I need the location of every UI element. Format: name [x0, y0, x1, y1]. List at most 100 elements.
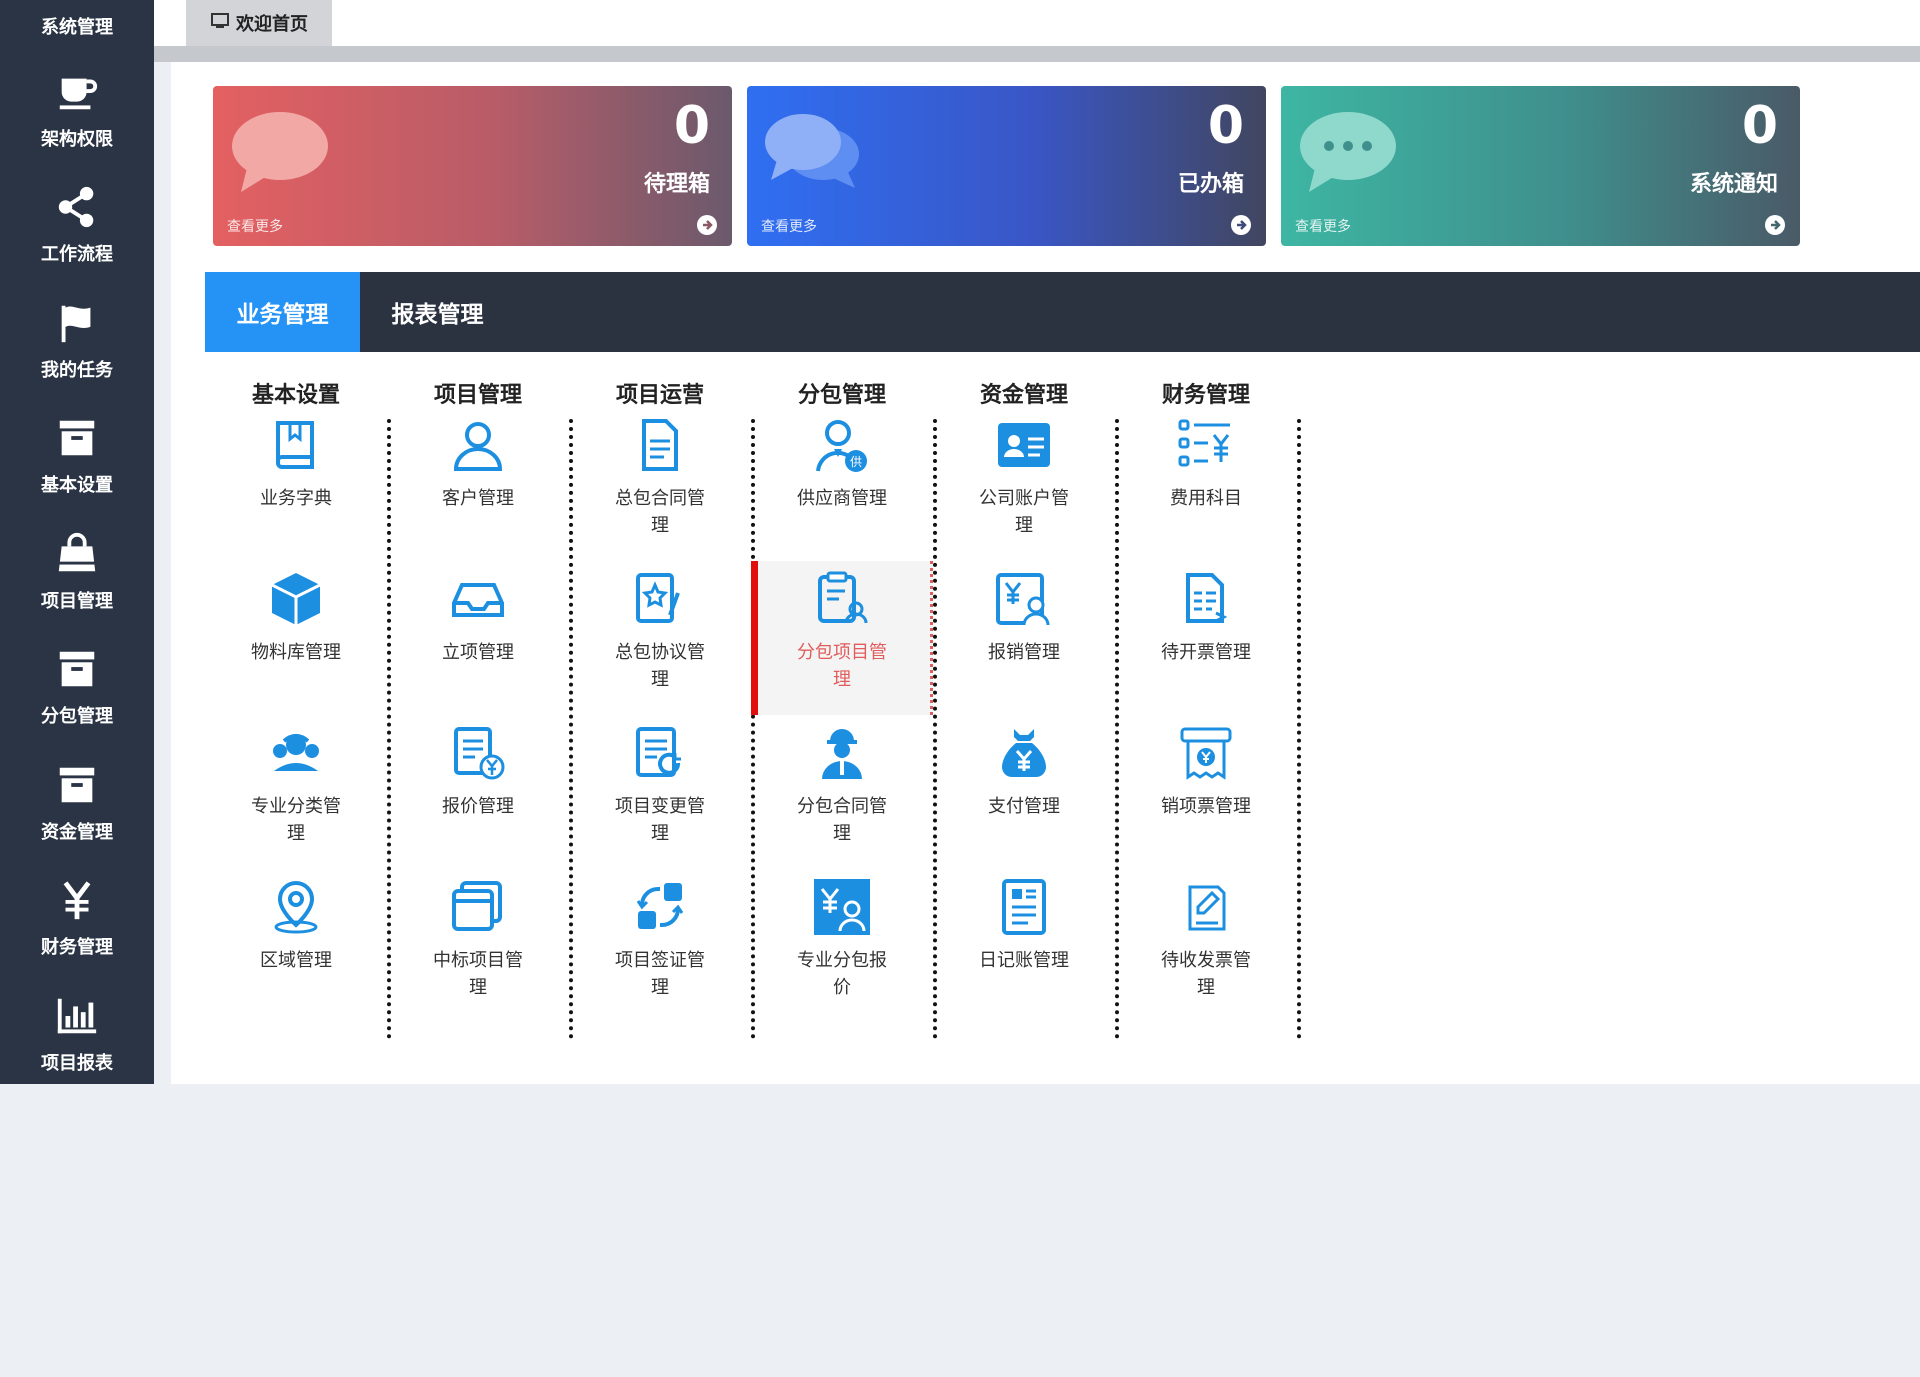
yen-user-icon — [996, 573, 1050, 626]
module-item-label: 销项票管理 — [1161, 796, 1251, 817]
coffee-cup-icon — [54, 69, 100, 115]
module-item-output-invoice[interactable]: 销项票管理 — [1115, 715, 1297, 869]
sidebar-item-subcontract[interactable]: 分包管理 — [0, 630, 154, 746]
sidebar-item-label: 项目管理 — [41, 590, 113, 612]
tab-divider — [154, 46, 1920, 62]
inbox-icon — [452, 583, 504, 617]
archive-box-icon — [54, 415, 100, 461]
sidebar-item-basic-settings[interactable]: 基本设置 — [0, 399, 154, 515]
view-more-link[interactable]: 查看更多 — [227, 216, 283, 236]
module-item-pending-invoice[interactable]: 待开票管理 — [1115, 561, 1297, 715]
sidebar-item-label: 工作流程 — [41, 244, 113, 266]
sidebar-item-label: 项目报表 — [41, 1052, 113, 1074]
supplier-user-icon: 供 — [816, 420, 867, 472]
archive-box-icon — [54, 762, 100, 808]
journal-icon — [1002, 879, 1046, 935]
sidebar-item-project-management[interactable]: 项目管理 — [0, 514, 154, 630]
archive-box-icon — [54, 646, 100, 692]
module-title: 资金管理 — [979, 383, 1068, 408]
yen-user-box-icon — [814, 879, 870, 935]
module-item-reimbursement[interactable]: 报销管理 — [933, 561, 1115, 715]
sidebar: 系统管理 架构权限 工作流程 我的任务 基本设置 项目管理 分包管理 资金管理 … — [0, 0, 154, 1084]
module-item-label: 分包项目管理 — [797, 642, 887, 690]
sidebar-item-architecture[interactable]: 架构权限 — [0, 52, 154, 168]
monitor-icon — [210, 11, 230, 36]
module-tabs: 业务管理 报表管理 — [205, 272, 1920, 352]
sidebar-item-my-tasks[interactable]: 我的任务 — [0, 283, 154, 399]
module-item-specialty-category[interactable]: 专业分类管理 — [205, 715, 387, 869]
module-item-label: 报销管理 — [988, 642, 1060, 663]
invoice-document-icon — [1186, 573, 1228, 623]
module-title: 项目运营 — [615, 383, 704, 408]
tab-business-management[interactable]: 业务管理 — [205, 272, 360, 352]
module-item-label: 待开票管理 — [1161, 642, 1251, 663]
sidebar-item-workflow[interactable]: 工作流程 — [0, 168, 154, 284]
module-column-finance: 财务管理 费用科目 待开票管理 销项票管理 待收发票管理 — [1115, 377, 1297, 1377]
sidebar-item-project-reports[interactable]: 项目报表 — [0, 976, 154, 1092]
sidebar-item-finance[interactable]: 财务管理 — [0, 861, 154, 977]
cube-icon — [271, 573, 321, 625]
module-title: 分包管理 — [797, 383, 886, 408]
main-content: 0 待理箱 查看更多 0 已办箱 查看更多 0 系统通知 查看更多 业务管理 报… — [171, 62, 1920, 1084]
module-item-expense-subject[interactable]: 费用科目 — [1115, 407, 1297, 561]
module-title: 项目管理 — [433, 383, 522, 408]
view-more-link[interactable]: 查看更多 — [761, 216, 817, 236]
star-document-icon — [636, 573, 680, 623]
module-item-payment[interactable]: 支付管理 — [933, 715, 1115, 869]
module-item-subcontract-project[interactable]: 分包项目管理 — [751, 561, 933, 715]
tab-report-management[interactable]: 报表管理 — [360, 272, 515, 352]
module-item-business-dictionary[interactable]: 业务字典 — [205, 407, 387, 561]
tab-welcome[interactable]: 欢迎首页 — [186, 0, 332, 46]
module-item-label: 客户管理 — [442, 488, 514, 509]
module-item-label: 总包合同管理 — [615, 488, 705, 536]
module-item-label: 专业分包报价 — [797, 950, 887, 998]
module-column-funds: 资金管理 公司账户管理 报销管理 支付管理 日记账管理 — [933, 377, 1115, 1377]
view-more-link[interactable]: 查看更多 — [1295, 216, 1351, 236]
arrow-circle-right-icon[interactable] — [696, 214, 718, 236]
module-item-project-setup[interactable]: 立项管理 — [387, 561, 569, 715]
module-item-supplier[interactable]: 供 供应商管理 — [751, 407, 933, 561]
module-item-project-change[interactable]: 项目变更管理 — [569, 715, 751, 869]
module-item-label: 待收发票管理 — [1161, 950, 1251, 998]
yen-icon — [54, 877, 100, 923]
module-item-label: 业务字典 — [260, 488, 332, 509]
module-item-customer[interactable]: 客户管理 — [387, 407, 569, 561]
module-item-label: 分包合同管理 — [797, 796, 887, 844]
module-item-subcontract-contract[interactable]: 分包合同管理 — [751, 715, 933, 869]
tab-strip: 欢迎首页 — [154, 0, 1920, 46]
module-column-project-management: 项目管理 客户管理 立项管理 报价管理 中标项目管理 — [387, 377, 569, 1377]
construction-worker-icon — [822, 729, 862, 779]
module-item-company-account[interactable]: 公司账户管理 — [933, 407, 1115, 561]
stat-card-todo[interactable]: 0 待理箱 查看更多 — [213, 86, 732, 246]
module-item-specialty-quote[interactable]: 专业分包报价 — [751, 869, 933, 1023]
module-item-label: 专业分类管理 — [251, 796, 341, 844]
exchange-arrows-icon — [636, 883, 684, 929]
module-item-general-contract[interactable]: 总包合同管理 — [569, 407, 751, 561]
arrow-circle-right-icon[interactable] — [1230, 214, 1252, 236]
pen-note-icon — [1188, 885, 1226, 931]
stat-card-done[interactable]: 0 已办箱 查看更多 — [747, 86, 1266, 246]
module-item-label: 区域管理 — [260, 950, 332, 971]
module-item-quotation[interactable]: 报价管理 — [387, 715, 569, 869]
module-item-label: 日记账管理 — [979, 950, 1069, 971]
change-document-icon — [636, 727, 681, 777]
module-item-general-agreement[interactable]: 总包协议管理 — [569, 561, 751, 715]
sidebar-item-funds[interactable]: 资金管理 — [0, 745, 154, 861]
module-item-label: 供应商管理 — [797, 488, 887, 509]
money-bag-icon — [1002, 729, 1046, 777]
module-item-label: 总包协议管理 — [615, 642, 705, 690]
module-item-material-library[interactable]: 物料库管理 — [205, 561, 387, 715]
stat-card-notifications[interactable]: 0 系统通知 查看更多 — [1281, 86, 1800, 246]
stat-count: 0 — [673, 96, 710, 156]
flag-icon — [54, 300, 100, 346]
module-item-journal[interactable]: 日记账管理 — [933, 869, 1115, 1023]
arrow-circle-right-icon[interactable] — [1764, 214, 1786, 236]
sidebar-item-label: 资金管理 — [41, 821, 113, 843]
sidebar-item-system[interactable]: 系统管理 — [0, 0, 154, 52]
module-item-won-projects[interactable]: 中标项目管理 — [387, 869, 569, 1023]
location-pin-icon — [274, 880, 318, 934]
module-item-receivable-invoice[interactable]: 待收发票管理 — [1115, 869, 1297, 1023]
sidebar-item-label: 分包管理 — [41, 706, 113, 728]
module-item-project-visa[interactable]: 项目签证管理 — [569, 869, 751, 1023]
module-item-region[interactable]: 区域管理 — [205, 869, 387, 1023]
